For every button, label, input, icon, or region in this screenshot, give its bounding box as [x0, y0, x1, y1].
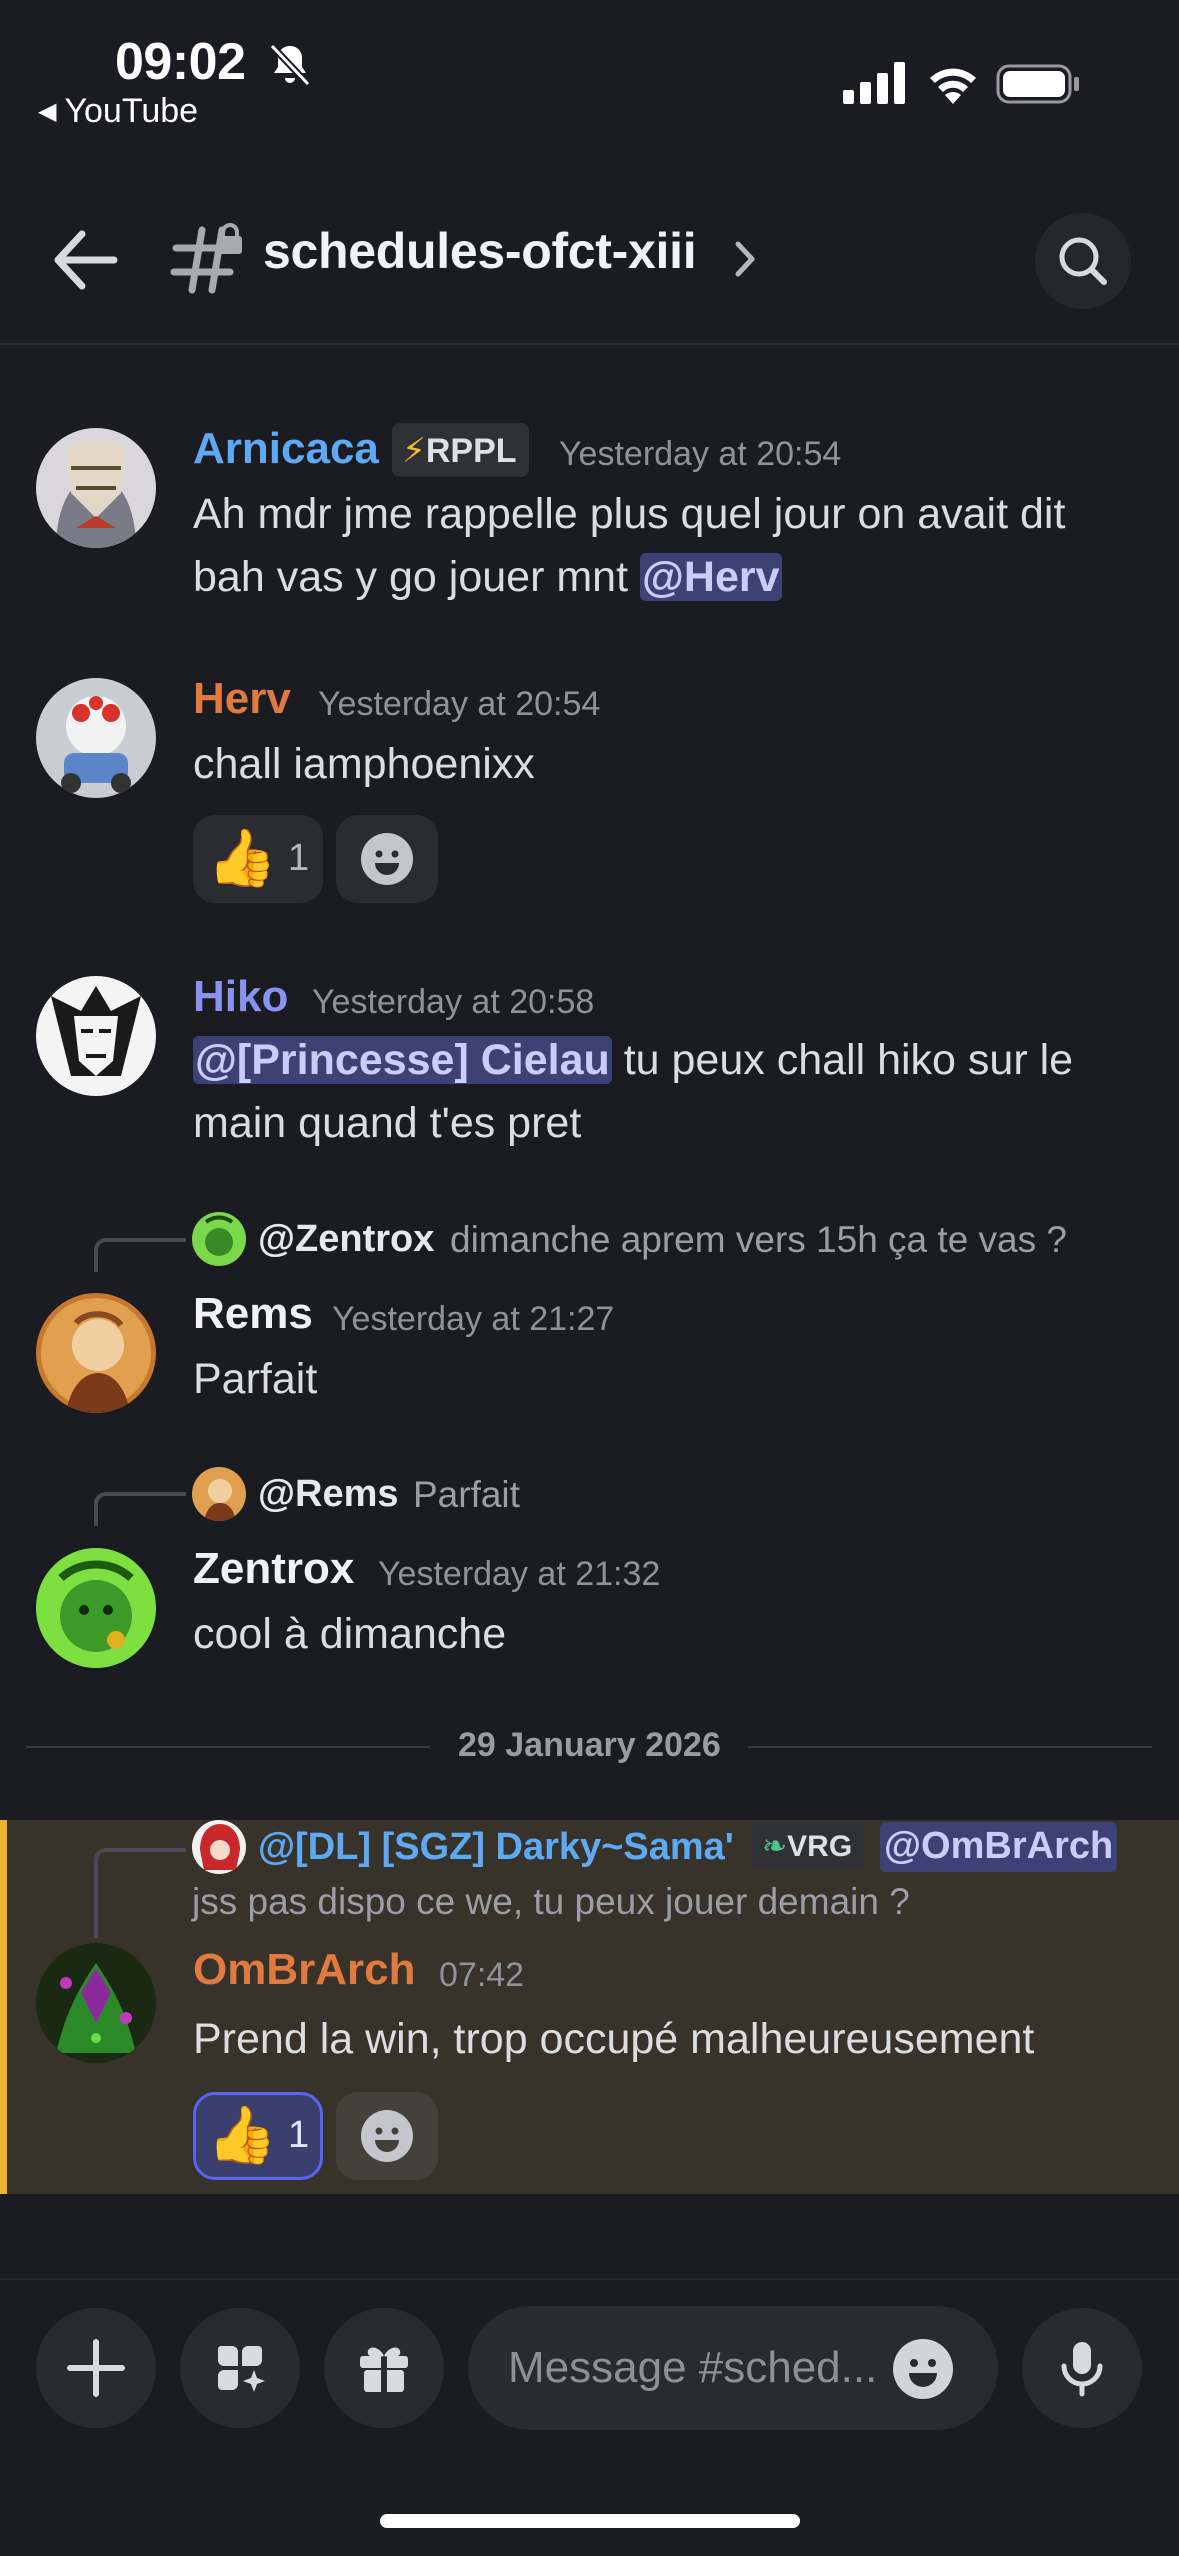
guild-tag-rppl: ⚡RPPL [392, 423, 529, 477]
mention-herv[interactable]: @Herv [639, 553, 782, 601]
locked-channel-hash-icon [170, 223, 242, 294]
gift-icon [360, 2347, 408, 2392]
message-text-zentrox: cool à dimanche [193, 1610, 507, 1658]
reaction-thumbs-up-selected[interactable]: 👍 1 [193, 2092, 323, 2180]
plus-icon [67, 2339, 125, 2397]
reply-preview-text[interactable]: Parfait [413, 1474, 520, 1516]
thumbs-up-icon: 👍 [207, 2103, 277, 2166]
back-triangle-icon: ◀ [38, 98, 57, 125]
reply-connector [94, 1848, 186, 1938]
message-input[interactable] [508, 2340, 888, 2396]
back-arrow-icon[interactable] [50, 228, 120, 292]
reply-connector [94, 1238, 186, 1272]
battery-icon [996, 64, 1079, 104]
username-zentrox[interactable]: Zentrox [193, 1544, 354, 1594]
avatar-arnicaca[interactable] [36, 428, 156, 548]
emoji-icon[interactable] [892, 2338, 954, 2400]
microphone-icon [1061, 2342, 1103, 2397]
wifi-icon [930, 68, 976, 104]
apps-button[interactable] [180, 2308, 300, 2428]
avatar-zentrox[interactable] [36, 1548, 156, 1668]
message-text-hiko: @[Princesse] Cielau tu peux chall hiko s… [193, 1036, 1074, 1147]
header-divider [0, 343, 1179, 345]
bell-off-icon [269, 43, 311, 87]
emoji-add-icon [361, 833, 413, 885]
channel-name[interactable]: schedules-ofct-xiii [263, 222, 697, 280]
avatar-herv[interactable] [36, 678, 156, 798]
date-divider-line-left [26, 1746, 430, 1748]
username-ombrarch[interactable]: OmBrArch [193, 1945, 416, 1995]
add-reaction-button[interactable] [336, 815, 438, 903]
reply-avatar-rems [192, 1467, 246, 1521]
reply-author[interactable]: @Zentrox [258, 1218, 434, 1261]
message-text-rems: Parfait [193, 1355, 318, 1403]
avatar-ombrarch[interactable] [36, 1943, 156, 2063]
username-herv[interactable]: Herv [193, 674, 291, 724]
home-indicator[interactable] [380, 2514, 800, 2528]
message-composer[interactable] [468, 2306, 998, 2430]
voice-message-button[interactable] [1022, 2308, 1142, 2428]
reply-avatar-darky-sama [192, 1820, 246, 1874]
guild-tag-vrg: ❧VRG [752, 1822, 865, 1870]
reply-avatar-zentrox [192, 1212, 246, 1266]
username-rems[interactable]: Rems [193, 1289, 313, 1339]
reaction-count: 1 [288, 837, 310, 879]
message-text-ombrarch: Prend la win, trop occupé malheureusemen… [193, 2015, 1035, 2063]
message-timestamp: Yesterday at 20:58 [312, 983, 595, 1021]
gift-button[interactable] [324, 2308, 444, 2428]
reply-preview-text[interactable]: jss pas dispo ce we, tu peux jouer demai… [192, 1881, 910, 1923]
cellular-signal-icon [843, 62, 905, 104]
search-button[interactable] [1035, 213, 1131, 309]
back-to-app-link[interactable]: ◀ YouTube [38, 92, 198, 131]
reaction-count: 1 [288, 2114, 310, 2156]
apps-icon [218, 2346, 265, 2392]
status-time: 09:02 [115, 33, 246, 91]
message-text-herv: chall iamphoenixx [193, 740, 535, 788]
chevron-right-icon[interactable] [730, 236, 760, 282]
search-icon [1059, 237, 1107, 285]
username-arnicaca[interactable]: Arnicaca [193, 424, 379, 474]
message-timestamp: Yesterday at 21:27 [332, 1300, 615, 1338]
add-reaction-button[interactable] [336, 2092, 438, 2180]
reply-preview-text[interactable]: dimanche aprem vers 15h ça te vas ? [450, 1219, 1067, 1261]
date-divider-line-right [748, 1746, 1152, 1748]
message-timestamp: Yesterday at 21:32 [378, 1555, 661, 1593]
attach-button[interactable] [36, 2308, 156, 2428]
emoji-add-icon [361, 2110, 413, 2162]
reply-author[interactable]: @Rems [258, 1473, 399, 1516]
message-timestamp: 07:42 [439, 1956, 525, 1994]
leaf-icon: ❧ [762, 1830, 788, 1863]
message-timestamp: Yesterday at 20:54 [559, 435, 842, 473]
username-hiko[interactable]: Hiko [193, 972, 288, 1022]
back-app-label: YouTube [64, 92, 199, 130]
composer-divider [0, 2278, 1179, 2280]
avatar-hiko[interactable] [36, 976, 156, 1096]
reply-mention-ombrarch[interactable]: @OmBrArch [880, 1822, 1118, 1872]
avatar-rems[interactable] [36, 1293, 156, 1413]
reply-author[interactable]: @[DL] [SGZ] Darky~Sama' [258, 1826, 734, 1869]
reply-connector [94, 1492, 186, 1526]
message-timestamp: Yesterday at 20:54 [318, 685, 601, 723]
mention-princesse-cielau[interactable]: @[Princesse] Cielau [193, 1036, 612, 1084]
lightning-icon: ⚡ [402, 432, 426, 470]
date-separator: 29 January 2026 [458, 1726, 721, 1764]
reaction-thumbs-up[interactable]: 👍 1 [193, 815, 323, 903]
message-text-arnicaca: Ah mdr jme rappelle plus quel jour on av… [193, 490, 1066, 601]
thumbs-up-icon: 👍 [207, 826, 277, 889]
